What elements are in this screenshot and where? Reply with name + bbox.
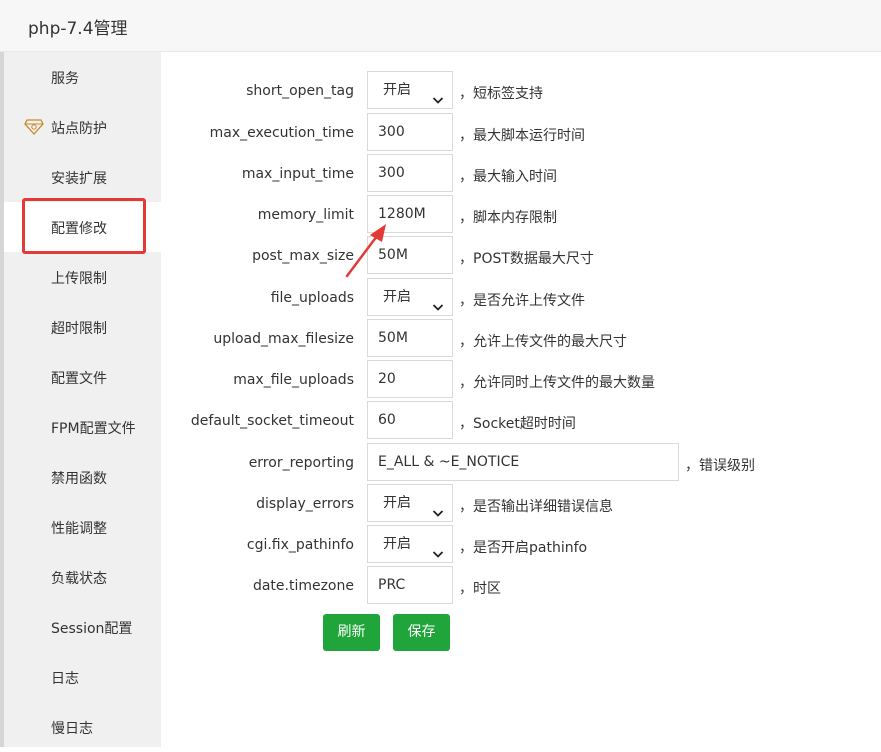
setting-name: error_reporting xyxy=(248,455,354,471)
setting-description: ，是否输出详细错误信息 xyxy=(459,499,613,515)
sidebar-item-label: 慢日志 xyxy=(51,721,93,737)
sidebar-item-label: 负载状态 xyxy=(51,571,107,587)
select-value: 开启 xyxy=(383,536,411,552)
setting-name: date.timezone xyxy=(252,578,354,594)
sidebar-item-config-file[interactable]: 配置文件 xyxy=(4,352,161,402)
sidebar-item-upload-limit[interactable]: 上传限制 xyxy=(4,252,161,302)
setting-description: ，最大输入时间 xyxy=(459,169,557,185)
sidebar-item-timeout-limit[interactable]: 超时限制 xyxy=(4,302,161,352)
sidebar-item-service[interactable]: 服务 xyxy=(4,52,161,102)
window-titlebar: php-7.4管理 xyxy=(0,0,881,52)
sidebar-item-label: 服务 xyxy=(51,71,79,87)
max-file-uploads-input[interactable]: 20 xyxy=(367,360,453,398)
sidebar-item-label: 站点防护 xyxy=(51,121,107,137)
setting-name: max_input_time xyxy=(241,166,354,182)
sidebar-item-label: 配置修改 xyxy=(51,221,107,237)
setting-name: file_uploads xyxy=(270,290,354,306)
setting-description: ，是否开启pathinfo xyxy=(459,540,588,556)
setting-description: ，短标签支持 xyxy=(459,86,543,102)
setting-row-upload-max-filesize: upload_max_filesize 50M ，允许上传文件的最大尺寸 xyxy=(161,319,881,360)
upload-max-filesize-input[interactable]: 50M xyxy=(367,319,453,357)
setting-description: ，错误级别 xyxy=(685,458,755,474)
file-uploads-select[interactable]: 开启 xyxy=(367,278,453,316)
select-value: 开启 xyxy=(383,495,411,511)
setting-name: memory_limit xyxy=(257,207,354,223)
chevron-down-icon xyxy=(432,291,444,311)
sidebar-item-label: FPM配置文件 xyxy=(51,421,136,437)
window-title: php-7.4管理 xyxy=(28,19,128,39)
chevron-down-icon xyxy=(432,538,444,558)
diamond-shield-icon xyxy=(24,119,44,135)
setting-row-file-uploads: file_uploads 开启 ，是否允许上传文件 xyxy=(161,278,881,319)
sidebar-item-label: 日志 xyxy=(51,671,79,687)
sidebar-item-config-edit[interactable]: 配置修改 xyxy=(4,202,161,252)
sidebar-item-log[interactable]: 日志 xyxy=(4,652,161,702)
sidebar-item-label: Session配置 xyxy=(51,621,133,637)
setting-row-error-reporting: error_reporting E_ALL & ~E_NOTICE ，错误级别 xyxy=(161,443,881,484)
short-open-tag-select[interactable]: 开启 xyxy=(367,71,453,109)
setting-row-short-open-tag: short_open_tag 开启 ，短标签支持 xyxy=(161,71,881,112)
display-errors-select[interactable]: 开启 xyxy=(367,484,453,522)
setting-row-post-max-size: post_max_size 50M ，POST数据最大尺寸 xyxy=(161,236,881,277)
sidebar-item-slow-log[interactable]: 慢日志 xyxy=(4,702,161,752)
setting-description: ，允许上传文件的最大尺寸 xyxy=(459,334,627,350)
select-value: 开启 xyxy=(383,82,411,98)
sidebar-item-label: 性能调整 xyxy=(51,521,107,537)
default-socket-timeout-input[interactable]: 60 xyxy=(367,401,453,439)
sidebar-item-label: 安装扩展 xyxy=(51,171,107,187)
sidebar-item-disabled-functions[interactable]: 禁用函数 xyxy=(4,452,161,502)
setting-name: short_open_tag xyxy=(246,83,354,99)
memory-limit-input[interactable]: 1280M xyxy=(367,195,453,233)
date-timezone-input[interactable]: PRC xyxy=(367,566,453,604)
error-reporting-input[interactable]: E_ALL & ~E_NOTICE xyxy=(367,443,679,481)
setting-description: ，POST数据最大尺寸 xyxy=(459,251,594,267)
setting-row-display-errors: display_errors 开启 ，是否输出详细错误信息 xyxy=(161,484,881,525)
sidebar-item-fpm-config-file[interactable]: FPM配置文件 xyxy=(4,402,161,452)
setting-description: ，Socket超时时间 xyxy=(459,416,576,432)
sidebar-item-label: 配置文件 xyxy=(51,371,107,387)
sidebar-item-install-extensions[interactable]: 安装扩展 xyxy=(4,152,161,202)
setting-row-default-socket-timeout: default_socket_timeout 60 ，Socket超时时间 xyxy=(161,401,881,442)
setting-row-max-input-time: max_input_time 300 ，最大输入时间 xyxy=(161,154,881,195)
sidebar-item-label: 超时限制 xyxy=(51,321,107,337)
setting-description: ，允许同时上传文件的最大数量 xyxy=(459,375,655,391)
setting-name: max_execution_time xyxy=(209,125,354,141)
setting-description: ，最大脚本运行时间 xyxy=(459,128,585,144)
select-value: 开启 xyxy=(383,289,411,305)
setting-name: upload_max_filesize xyxy=(213,331,354,347)
setting-row-max-execution-time: max_execution_time 300 ，最大脚本运行时间 xyxy=(161,113,881,154)
setting-row-date-timezone: date.timezone PRC ，时区 xyxy=(161,566,881,607)
cgi-fix-pathinfo-select[interactable]: 开启 xyxy=(367,525,453,563)
sidebar-item-label: 上传限制 xyxy=(51,271,107,287)
sidebar-item-performance-tuning[interactable]: 性能调整 xyxy=(4,502,161,552)
chevron-down-icon xyxy=(432,84,444,104)
refresh-button[interactable]: 刷新 xyxy=(323,614,380,651)
save-button[interactable]: 保存 xyxy=(393,614,450,651)
max-execution-time-input[interactable]: 300 xyxy=(367,113,453,151)
setting-row-cgi-fix-pathinfo: cgi.fix_pathinfo 开启 ，是否开启pathinfo xyxy=(161,525,881,566)
setting-description: ，时区 xyxy=(459,581,501,597)
setting-description: ，脚本内存限制 xyxy=(459,210,557,226)
setting-name: default_socket_timeout xyxy=(190,413,354,429)
setting-name: cgi.fix_pathinfo xyxy=(246,537,354,553)
post-max-size-input[interactable]: 50M xyxy=(367,236,453,274)
sidebar: 服务 站点防护 安装扩展 配置修改 上传限制 超时限制 配置文件 FPM配置文件… xyxy=(4,52,161,747)
setting-name: display_errors xyxy=(256,496,354,512)
sidebar-item-session-config[interactable]: Session配置 xyxy=(4,602,161,652)
max-input-time-input[interactable]: 300 xyxy=(367,154,453,192)
setting-row-memory-limit: memory_limit 1280M ，脚本内存限制 xyxy=(161,195,881,236)
sidebar-item-load-status[interactable]: 负载状态 xyxy=(4,552,161,602)
chevron-down-icon xyxy=(432,497,444,517)
sidebar-item-label: 禁用函数 xyxy=(51,471,107,487)
setting-row-max-file-uploads: max_file_uploads 20 ，允许同时上传文件的最大数量 xyxy=(161,360,881,401)
setting-description: ，是否允许上传文件 xyxy=(459,293,585,309)
setting-name: post_max_size xyxy=(252,248,354,264)
sidebar-item-site-protection[interactable]: 站点防护 xyxy=(4,102,161,152)
setting-name: max_file_uploads xyxy=(233,372,354,388)
